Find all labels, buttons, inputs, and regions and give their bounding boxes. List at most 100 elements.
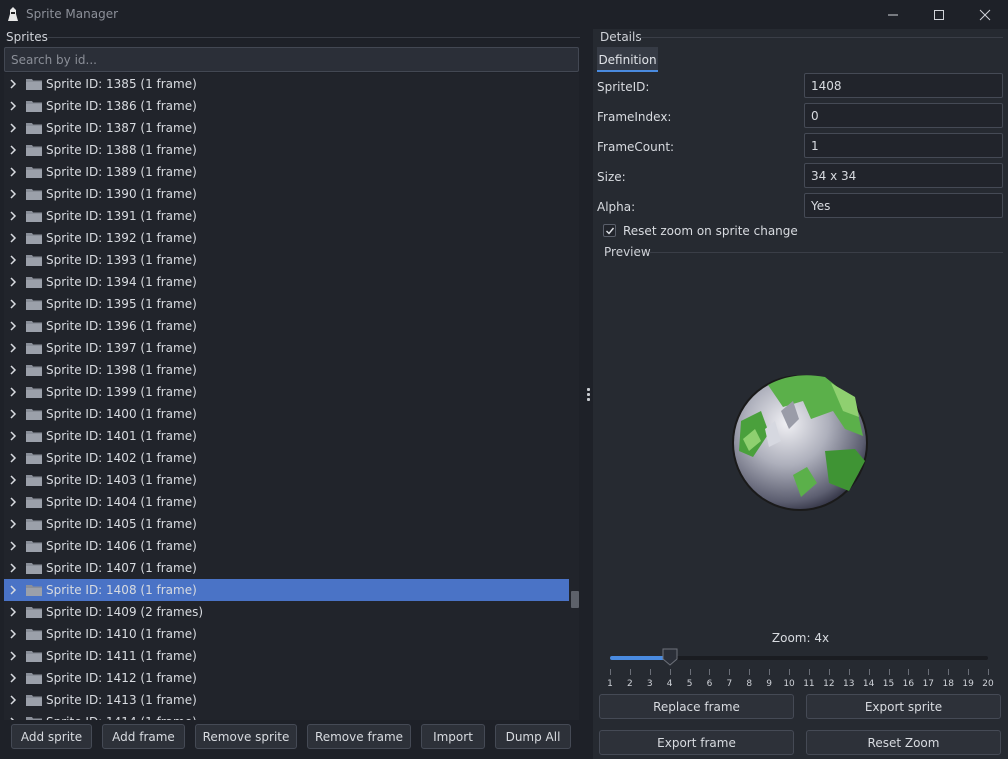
- tree-row[interactable]: Sprite ID: 1403 (1 frame): [4, 469, 569, 491]
- tree-row[interactable]: Sprite ID: 1399 (1 frame): [4, 381, 569, 403]
- tree-row[interactable]: Sprite ID: 1389 (1 frame): [4, 161, 569, 183]
- scrollbar-track[interactable]: [573, 73, 579, 720]
- export-frame-button[interactable]: Export frame: [599, 730, 794, 755]
- chevron-right-icon[interactable]: [8, 343, 18, 353]
- splitter-grip-dot: [587, 393, 590, 396]
- tree-row[interactable]: Sprite ID: 1398 (1 frame): [4, 359, 569, 381]
- tree-row[interactable]: Sprite ID: 1393 (1 frame): [4, 249, 569, 271]
- minimize-button[interactable]: [870, 0, 916, 29]
- chevron-right-icon[interactable]: [8, 585, 18, 595]
- chevron-right-icon[interactable]: [8, 321, 18, 331]
- chevron-right-icon[interactable]: [8, 409, 18, 419]
- chevron-right-icon[interactable]: [8, 651, 18, 661]
- tree-row[interactable]: Sprite ID: 1410 (1 frame): [4, 623, 569, 645]
- alpha-field[interactable]: [804, 193, 1003, 218]
- scrollbar-thumb[interactable]: [571, 591, 579, 608]
- chevron-right-icon[interactable]: [8, 607, 18, 617]
- replace-frame-button[interactable]: Replace frame: [599, 694, 794, 719]
- tree-row[interactable]: Sprite ID: 1405 (1 frame): [4, 513, 569, 535]
- chevron-right-icon[interactable]: [8, 695, 18, 705]
- chevron-right-icon[interactable]: [8, 299, 18, 309]
- chevron-right-icon[interactable]: [8, 519, 18, 529]
- chevron-right-icon[interactable]: [8, 563, 18, 573]
- size-field[interactable]: [804, 163, 1003, 188]
- tree-row[interactable]: Sprite ID: 1412 (1 frame): [4, 667, 569, 689]
- sprite-tree[interactable]: Sprite ID: 1385 (1 frame) Sprite ID: 1386…: [4, 73, 579, 720]
- tree-row[interactable]: Sprite ID: 1386 (1 frame): [4, 95, 569, 117]
- dump-all-button[interactable]: Dump All: [495, 724, 571, 749]
- tree-row[interactable]: Sprite ID: 1392 (1 frame): [4, 227, 569, 249]
- remove-sprite-button[interactable]: Remove sprite: [195, 724, 297, 749]
- tree-row[interactable]: Sprite ID: 1406 (1 frame): [4, 535, 569, 557]
- slider-tick-label: 15: [882, 679, 895, 689]
- chevron-right-icon[interactable]: [8, 123, 18, 133]
- maximize-button[interactable]: [916, 0, 962, 29]
- tree-row[interactable]: Sprite ID: 1396 (1 frame): [4, 315, 569, 337]
- search-input[interactable]: [4, 47, 579, 72]
- tree-row[interactable]: Sprite ID: 1411 (1 frame): [4, 645, 569, 667]
- add-frame-button[interactable]: Add frame: [102, 724, 185, 749]
- chevron-right-icon[interactable]: [8, 79, 18, 89]
- folder-icon: [26, 123, 42, 134]
- frame-index-field[interactable]: [804, 103, 1003, 128]
- tree-row[interactable]: Sprite ID: 1414 (1 frame): [4, 711, 569, 720]
- tree-row[interactable]: Sprite ID: 1397 (1 frame): [4, 337, 569, 359]
- chevron-right-icon[interactable]: [8, 255, 18, 265]
- close-button[interactable]: [962, 0, 1008, 29]
- slider-tick-label: 6: [706, 679, 713, 689]
- tree-row[interactable]: Sprite ID: 1390 (1 frame): [4, 183, 569, 205]
- chevron-right-icon[interactable]: [8, 211, 18, 221]
- chevron-right-icon[interactable]: [8, 277, 18, 287]
- add-sprite-button[interactable]: Add sprite: [11, 724, 92, 749]
- chevron-right-icon[interactable]: [8, 453, 18, 463]
- folder-icon: [26, 321, 42, 332]
- window-title: Sprite Manager: [26, 7, 119, 21]
- tree-row[interactable]: Sprite ID: 1387 (1 frame): [4, 117, 569, 139]
- tree-row[interactable]: Sprite ID: 1394 (1 frame): [4, 271, 569, 293]
- chevron-right-icon[interactable]: [8, 717, 18, 720]
- tree-row[interactable]: Sprite ID: 1409 (2 frames): [4, 601, 569, 623]
- chevron-right-icon[interactable]: [8, 387, 18, 397]
- tree-row-label: Sprite ID: 1407 (1 frame): [46, 561, 197, 575]
- chevron-right-icon[interactable]: [8, 475, 18, 485]
- sprite-preview: [593, 261, 1008, 621]
- tree-row[interactable]: Sprite ID: 1407 (1 frame): [4, 557, 569, 579]
- tree-row[interactable]: Sprite ID: 1385 (1 frame): [4, 73, 569, 95]
- chevron-right-icon[interactable]: [8, 629, 18, 639]
- tree-row[interactable]: Sprite ID: 1388 (1 frame): [4, 139, 569, 161]
- chevron-right-icon[interactable]: [8, 541, 18, 551]
- slider-tick-label: 9: [766, 679, 773, 689]
- folder-icon: [26, 233, 42, 244]
- chevron-right-icon[interactable]: [8, 233, 18, 243]
- slider-tick: [908, 669, 910, 675]
- export-sprite-button[interactable]: Export sprite: [806, 694, 1001, 719]
- import-button[interactable]: Import: [421, 724, 485, 749]
- tree-row[interactable]: Sprite ID: 1391 (1 frame): [4, 205, 569, 227]
- remove-frame-button[interactable]: Remove frame: [307, 724, 411, 749]
- sprite-id-field[interactable]: [804, 73, 1003, 98]
- chevron-right-icon[interactable]: [8, 101, 18, 111]
- tree-row[interactable]: Sprite ID: 1400 (1 frame): [4, 403, 569, 425]
- chevron-right-icon[interactable]: [8, 497, 18, 507]
- chevron-right-icon[interactable]: [8, 145, 18, 155]
- reset-zoom-button[interactable]: Reset Zoom: [806, 730, 1001, 755]
- frame-count-field[interactable]: [804, 133, 1003, 158]
- tree-row[interactable]: Sprite ID: 1404 (1 frame): [4, 491, 569, 513]
- folder-icon: [26, 79, 42, 90]
- tree-row[interactable]: Sprite ID: 1395 (1 frame): [4, 293, 569, 315]
- slider-tick: [808, 669, 810, 675]
- tree-row[interactable]: Sprite ID: 1413 (1 frame): [4, 689, 569, 711]
- chevron-right-icon[interactable]: [8, 365, 18, 375]
- tree-row[interactable]: Sprite ID: 1402 (1 frame): [4, 447, 569, 469]
- slider-tick-label: 3: [646, 679, 653, 689]
- tree-row[interactable]: Sprite ID: 1401 (1 frame): [4, 425, 569, 447]
- reset-zoom-checkbox[interactable]: [603, 224, 616, 237]
- chevron-right-icon[interactable]: [8, 167, 18, 177]
- chevron-right-icon[interactable]: [8, 189, 18, 199]
- chevron-right-icon[interactable]: [8, 431, 18, 441]
- zoom-slider-handle[interactable]: [662, 648, 678, 666]
- tree-row[interactable]: Sprite ID: 1408 (1 frame): [4, 579, 569, 601]
- tab-definition[interactable]: Definition: [597, 47, 658, 72]
- sprite-id-label: SpriteID:: [597, 80, 650, 94]
- chevron-right-icon[interactable]: [8, 673, 18, 683]
